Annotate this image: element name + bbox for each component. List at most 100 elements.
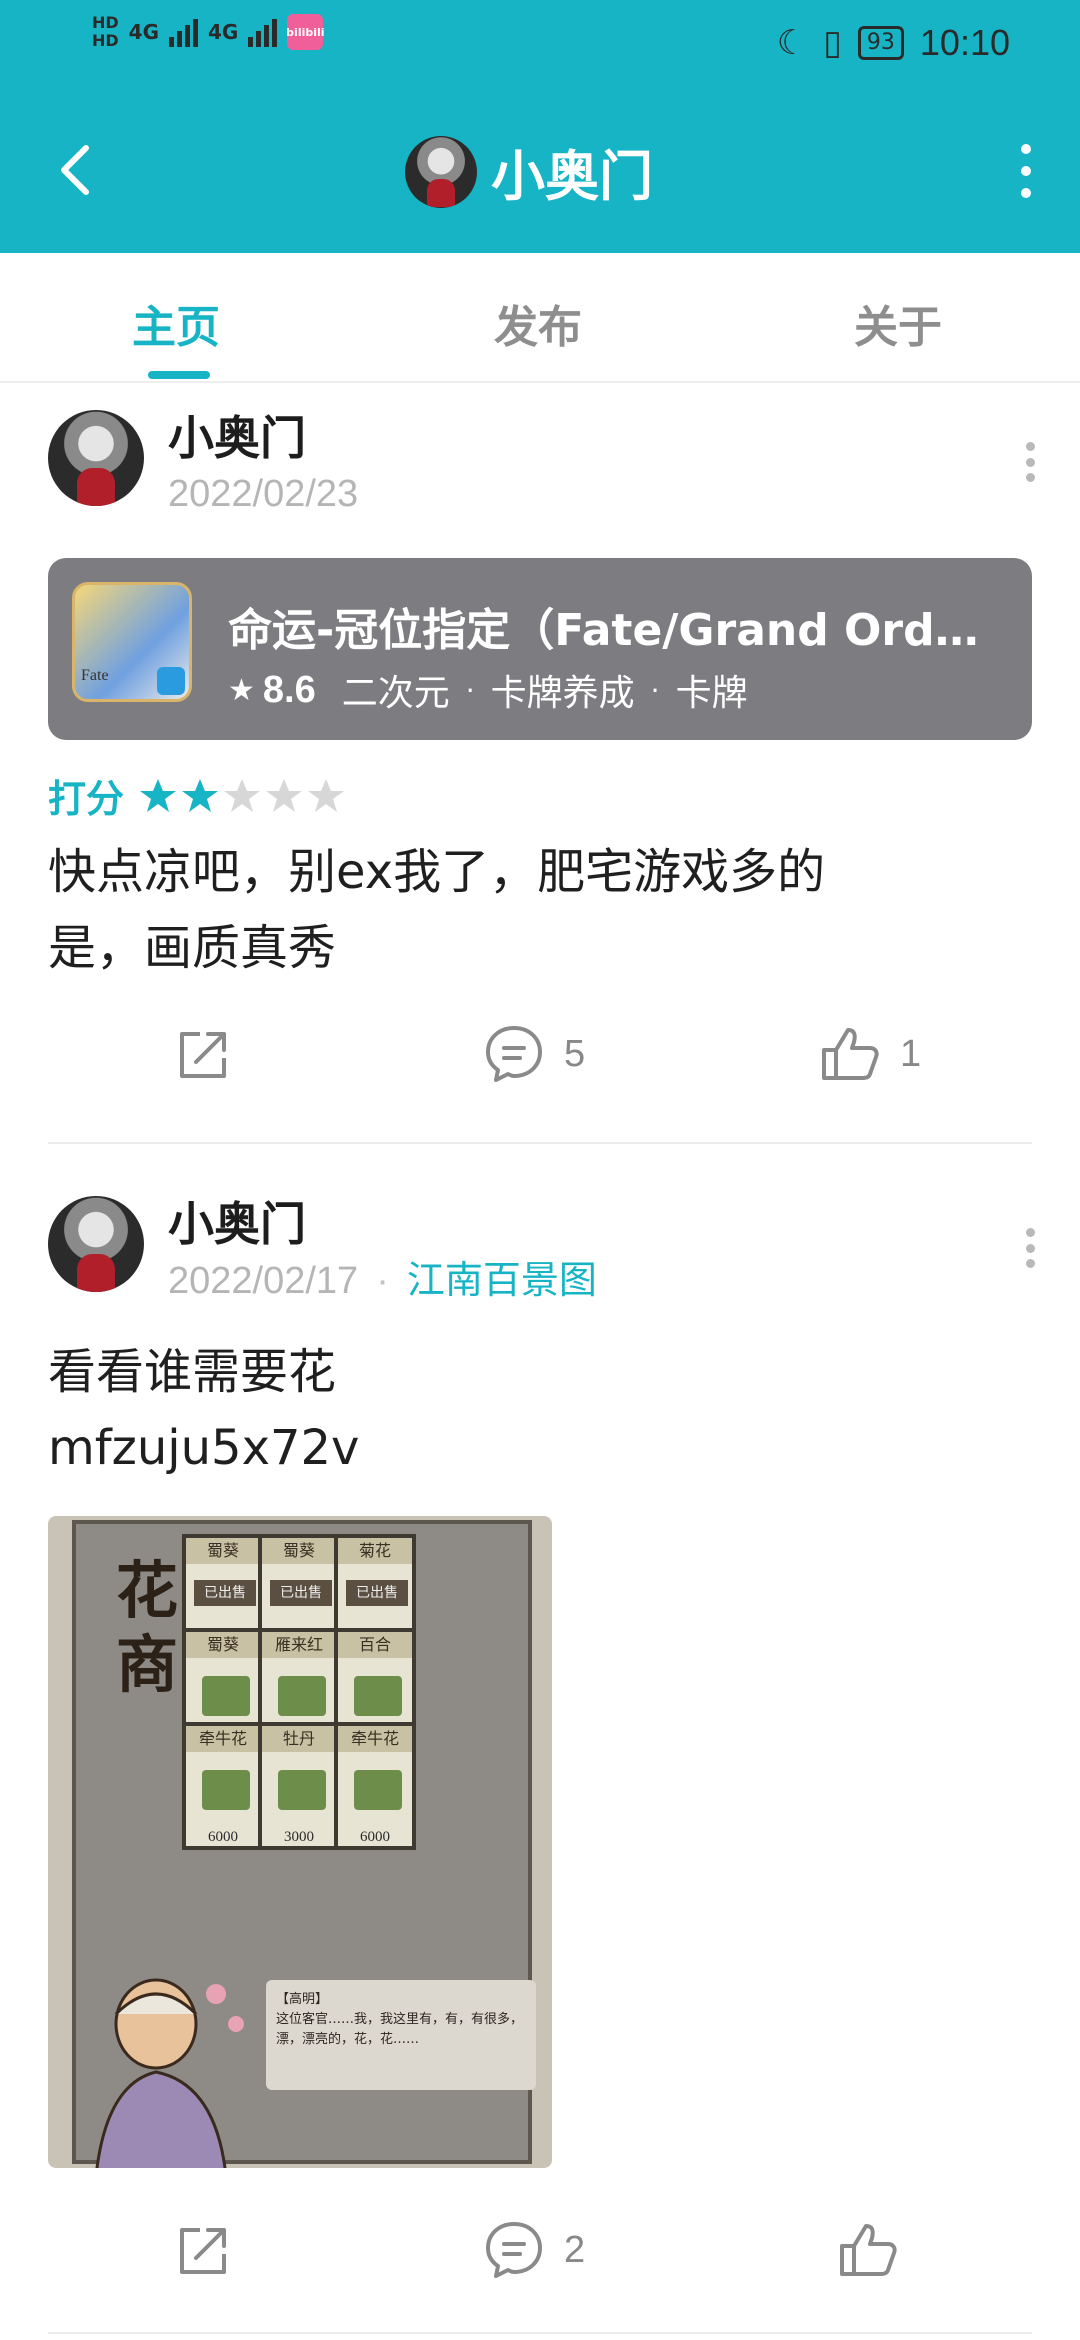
profile-header: 小奥门 <box>405 132 653 211</box>
rating-stars <box>138 776 348 816</box>
flower-name: 蜀葵 <box>262 1538 336 1564</box>
dialog-text: 这位客官……我，我这里有，有，有很多，漂，漂亮的，花，花…… <box>276 2012 524 2047</box>
share-icon <box>180 2228 226 2274</box>
post-header: 小奥门 2022/02/17 · 江南百景图 <box>48 1196 597 1309</box>
app-bar: HD HD 4G 4G bilibili ☾ ▯ 93 10:10 小奥门 <box>0 0 1080 253</box>
post-actions: 2 <box>0 2218 1080 2298</box>
sold-label: 已出售 <box>194 1580 256 1606</box>
post-text: 看看谁需要花 mfzuju5x72v <box>48 1334 359 1486</box>
game-icon: Fate <box>72 582 192 702</box>
post-meta: 小奥门 2022/02/23 <box>168 410 358 522</box>
flower-name: 菊花 <box>338 1538 412 1564</box>
game-icon-text: Fate <box>81 667 109 684</box>
plant-icon <box>202 1770 250 1810</box>
status-left: HD HD 4G 4G bilibili <box>92 13 325 50</box>
back-arrow-icon[interactable] <box>48 140 108 200</box>
author-avatar[interactable] <box>48 1196 144 1292</box>
post-date: 2022/02/17 <box>168 1260 359 1302</box>
game-title: 命运-冠位指定（Fate/Grand Ord… <box>228 605 979 656</box>
sold-label: 已出售 <box>346 1580 408 1606</box>
post-more-icon[interactable] <box>1024 442 1036 482</box>
comment-icon <box>486 2222 542 2278</box>
more-vert-icon[interactable] <box>1016 144 1036 198</box>
plant-icon <box>202 1676 250 1716</box>
comment-icon <box>486 1026 542 1082</box>
flower-name: 牵牛花 <box>186 1726 260 1752</box>
like-button[interactable] <box>836 2218 918 2282</box>
flower-price: 6000 <box>360 1829 390 1845</box>
game-tag: 卡牌养成 <box>490 673 635 714</box>
author-name[interactable]: 小奥门 <box>168 410 358 466</box>
tab-home[interactable]: 主页 <box>132 291 220 355</box>
status-bar: HD HD 4G 4G bilibili ☾ ▯ 93 10:10 <box>0 0 1080 85</box>
separator-dot: · <box>376 1260 389 1302</box>
post-date: 2022/02/23 <box>168 473 359 515</box>
star-filled-icon <box>140 778 177 812</box>
post-text-line: mfzuju5x72v <box>48 1420 360 1476</box>
nav-bar: 小奥门 <box>0 110 1080 230</box>
post-header: 小奥门 2022/02/23 <box>48 410 358 522</box>
page-title: 小奥门 <box>491 145 653 208</box>
post-meta: 小奥门 2022/02/17 · 江南百景图 <box>168 1196 597 1309</box>
author-avatar[interactable] <box>48 410 144 506</box>
post-image[interactable]: 花商 蜀葵已出售6000蜀葵已出售6000菊花已出售3000蜀葵6000雁来红1… <box>48 1516 552 2168</box>
hd-icon: HD HD <box>92 13 119 50</box>
game-tag: 卡牌 <box>675 673 748 714</box>
game-tag-link[interactable]: 江南百景图 <box>407 1258 597 1302</box>
tag-separator: · <box>465 673 475 707</box>
dialog-speaker: 【高明】 <box>276 1992 329 2007</box>
flower-price: 6000 <box>208 1829 238 1845</box>
star-empty-icon <box>308 778 345 812</box>
tag-separator: · <box>650 673 660 707</box>
network-type-right: 4G <box>208 20 239 44</box>
flower-slot: 牵牛花 6000 <box>334 1722 416 1850</box>
flower-price: 3000 <box>284 1829 314 1845</box>
sold-label: 已出售 <box>270 1580 332 1606</box>
game-card[interactable]: Fate 命运-冠位指定（Fate/Grand Ord… ★ 8.6 二次元 ·… <box>48 558 1032 740</box>
flower-name: 蜀葵 <box>186 1632 260 1658</box>
flower-slot: 牵牛花 6000 <box>182 1722 264 1850</box>
comment-count: 5 <box>564 1032 586 1075</box>
thumbs-up-icon <box>840 2224 897 2276</box>
status-right: ☾ ▯ 93 10:10 <box>777 22 1010 64</box>
game-score: 8.6 <box>262 668 316 711</box>
post-actions: 5 1 <box>0 1022 1080 1102</box>
post-text-line: 看看谁需要花 <box>48 1344 337 1400</box>
signal-icon-2 <box>248 17 278 47</box>
game-info: ★ 8.6 二次元 · 卡牌养成 · 卡牌 <box>228 664 748 716</box>
flower-name: 牡丹 <box>262 1726 336 1752</box>
image-title: 花商 <box>116 1554 179 1701</box>
star-filled-icon <box>182 778 219 812</box>
share-icon <box>180 1032 226 1078</box>
comment-button[interactable]: 5 <box>482 1022 585 1086</box>
post-text: 快点凉吧，别ex我了，肥宅游戏多的 是，画质真秀 <box>48 834 825 986</box>
post-date-row: 2022/02/17 · 江南百景图 <box>168 1252 597 1309</box>
share-button[interactable] <box>172 2218 236 2282</box>
rating-label: 打分 <box>48 777 125 821</box>
plant-icon <box>278 1770 326 1810</box>
rating: 打分 <box>48 768 348 823</box>
comment-button[interactable]: 2 <box>482 2218 585 2282</box>
bilibili-icon: bilibili <box>286 14 325 50</box>
post-text-line: 是，画质真秀 <box>48 920 337 976</box>
flower-name: 百合 <box>338 1632 412 1658</box>
flower-name: 牵牛花 <box>338 1726 412 1752</box>
tv-badge-icon <box>157 667 185 695</box>
plant-icon <box>354 1676 402 1716</box>
thumbs-up-icon <box>822 1028 879 1080</box>
battery-icon: 93 <box>857 26 904 60</box>
tab-posts[interactable]: 发布 <box>494 291 582 355</box>
post-more-icon[interactable] <box>1024 1228 1036 1268</box>
author-name[interactable]: 小奥门 <box>168 1196 597 1252</box>
signal-icon <box>169 17 199 47</box>
avatar <box>405 135 477 208</box>
clock: 10:10 <box>919 22 1010 63</box>
vibrate-icon: ▯ <box>823 23 842 63</box>
share-button[interactable] <box>172 1022 236 1086</box>
tab-about[interactable]: 关于 <box>854 291 942 355</box>
flower-slot: 牡丹 3000 <box>258 1722 340 1850</box>
flower-name: 蜀葵 <box>186 1538 260 1564</box>
like-button[interactable]: 1 <box>818 1022 921 1086</box>
like-count: 1 <box>900 1032 922 1075</box>
post-text-line: 快点凉吧，别ex我了，肥宅游戏多的 <box>48 844 826 900</box>
